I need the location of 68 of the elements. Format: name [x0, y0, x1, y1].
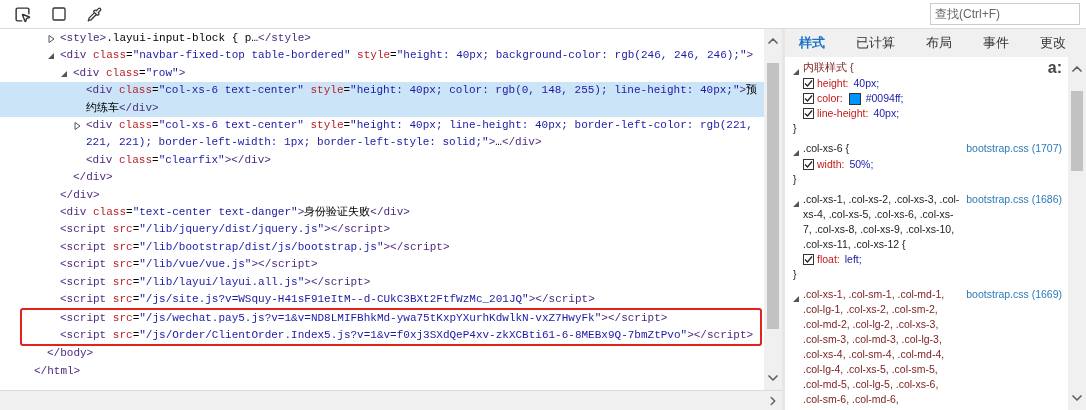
code-line[interactable]: <div class="col-xs-6 text-center" style="height: 40px; line-height: 40px; border-left-color: rgb(221, 221, 221); border-left-width: 1px; border-left-style: solid;">…</div>: [86, 117, 764, 152]
panel-tab[interactable]: 样式: [799, 33, 825, 53]
scrollbar[interactable]: [764, 29, 782, 390]
code-line[interactable]: <script src="/js/wechat.pay5.js?v=1&v=ND8LMIFBhkMd-ywa75tKxpYXurhKdwlkN-vxZ7HwyFk"></script>: [60, 309, 668, 327]
property-name[interactable]: height:: [817, 76, 849, 91]
code-line[interactable]: <script src="/lib/jquery/dist/jquery.js"></script>: [60, 221, 391, 239]
collapsed-triangle-icon[interactable]: [74, 122, 81, 131]
panel-tab[interactable]: 更改: [1040, 33, 1066, 53]
source-link[interactable]: bootstrap.css (1686): [966, 192, 1062, 207]
checkmark-icon: [804, 160, 813, 169]
expanded-triangle-icon[interactable]: [793, 200, 800, 208]
expanded-triangle-icon[interactable]: [793, 149, 800, 157]
property-name[interactable]: width:: [817, 157, 845, 172]
expanded-triangle-icon[interactable]: [793, 295, 800, 303]
css-selector: .col-xs-6 {: [803, 141, 851, 156]
checkbox[interactable]: [803, 78, 814, 89]
code-line[interactable]: <script src="/js/Order/ClientOrder.Index5.js?v=1&v=f0xj3SXdQeP4xv-zkXCBti61-6-8MEBx9Q-7bmZtPvo"></script>: [60, 326, 754, 345]
closing-brace: }: [793, 172, 798, 187]
code-line[interactable]: </body>: [47, 345, 94, 363]
code-line[interactable]: </div>: [73, 169, 113, 187]
horizontal-scrollbar[interactable]: [0, 390, 782, 410]
code-line[interactable]: <div class="clearfix"></div>: [86, 151, 271, 170]
property-value[interactable]: left;: [844, 252, 862, 267]
search-field[interactable]: 查找(Ctrl+F): [930, 3, 1080, 25]
css-selector: .col-xs-1, .col-xs-2, .col-xs-3, .col-xs-4, .col-xs-5, .col-xs-6, .col-xs-7, .col-xs-8, .col-xs-9, .col-xs-10, .col-xs-11, .col-xs-12 {: [803, 192, 961, 252]
scrollbar-thumb[interactable]: [1071, 91, 1083, 171]
closing-brace: }: [793, 267, 798, 282]
checkbox[interactable]: [803, 254, 814, 265]
code-line[interactable]: <script src="/lib/layui/layui.all.js"></script>: [60, 273, 371, 292]
scrollbar-thumb[interactable]: [767, 63, 779, 329]
css-selector: 内联样式 {: [803, 60, 854, 75]
select-element-icon[interactable]: [14, 5, 31, 23]
property-value[interactable]: #0094ff;: [865, 91, 904, 106]
scrollbar[interactable]: [1068, 57, 1086, 410]
pseudo-state-toggle[interactable]: a:: [1047, 60, 1062, 75]
property-value[interactable]: 40px;: [853, 76, 880, 91]
checkbox[interactable]: [803, 159, 814, 170]
code-line[interactable]: <style>.layui-input-block { p…</style>: [60, 30, 311, 48]
closing-brace: }: [793, 121, 798, 136]
code-line[interactable]: <script src="/lib/vue/vue.js"></script>: [60, 256, 318, 274]
property-value[interactable]: 50%;: [849, 157, 874, 172]
code-line[interactable]: <div class="navbar-fixed-top table-bordered" style="height: 40px; background-color: rgb(246, 246, 246);">: [60, 47, 754, 65]
checkbox[interactable]: [803, 93, 814, 104]
panel-tab[interactable]: 布局: [926, 33, 952, 53]
source-link[interactable]: bootstrap.css (1707): [966, 141, 1062, 156]
box-icon[interactable]: [51, 6, 67, 22]
panel-tab[interactable]: 已计算: [856, 33, 895, 53]
collapsed-triangle-icon[interactable]: [48, 35, 55, 43]
code-line[interactable]: <div class="row">: [73, 64, 186, 83]
property-name[interactable]: color:: [817, 91, 843, 106]
checkbox[interactable]: [803, 108, 814, 119]
code-line[interactable]: </div>: [60, 186, 100, 205]
source-link[interactable]: bootstrap.css (1669): [966, 287, 1062, 302]
expanded-triangle-icon[interactable]: [48, 52, 55, 61]
css-selector: .col-xs-1, .col-sm-1, .col-md-1, .col-lg-1, .col-xs-2, .col-sm-2, .col-md-2, .col-lg-2, .col-xs-3, .col-sm-3, .col-md-3, .col-lg-3, .col-xs-4, .col-sm-4, .col-md-4, .col-lg-4, .col-xs-5, .col-sm-5, .col-md-5, .col-lg-5, .col-xs-6, .col-sm-6, .col-md-6,: [803, 287, 946, 407]
property-value[interactable]: 40px;: [873, 106, 900, 121]
panel-tab[interactable]: 事件: [983, 33, 1009, 53]
color-swatch[interactable]: [848, 92, 861, 105]
checkmark-icon: [804, 255, 813, 264]
eyedropper-icon[interactable]: [87, 6, 102, 22]
code-line[interactable]: <script src="/js/site.js?v=WSquy-H41sF91eItM--d-CUkC3BXt2FtfWzMc_201JQ"></script>: [60, 291, 595, 309]
property-name[interactable]: float:: [817, 252, 840, 267]
property-name[interactable]: line-height:: [817, 106, 869, 121]
expanded-triangle-icon[interactable]: [793, 68, 800, 76]
code-line[interactable]: </html>: [34, 362, 81, 381]
expanded-triangle-icon[interactable]: [61, 69, 68, 78]
code-line[interactable]: <div class="text-center text-danger">身份验证失败</div>: [60, 204, 410, 222]
code-line[interactable]: <script src="/lib/bootstrap/dist/js/bootstrap.js"></script>: [60, 238, 450, 257]
